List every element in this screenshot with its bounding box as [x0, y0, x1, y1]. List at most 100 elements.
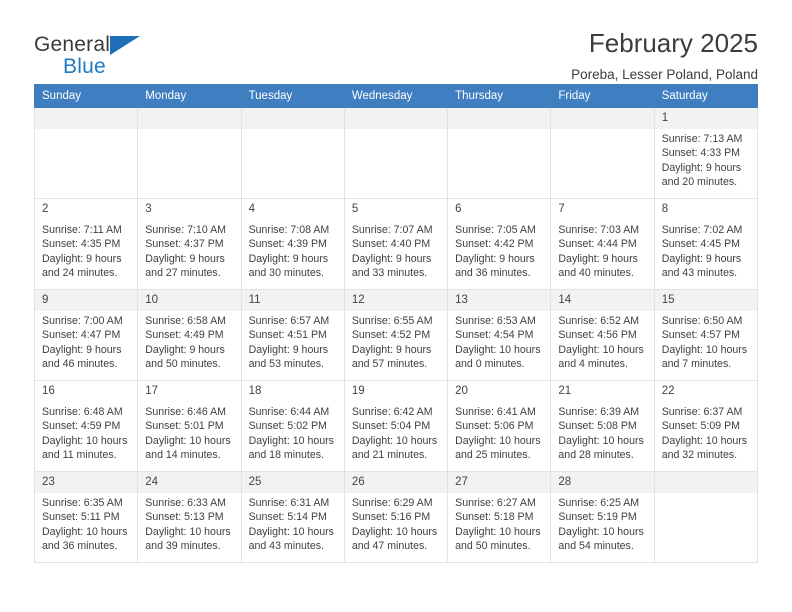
sunrise-text: Sunrise: 6:33 AM: [145, 497, 226, 509]
calendar-day-cell[interactable]: 2 Sunrise: 7:11 AM Sunset: 4:35 PM Daylight…: [33, 198, 139, 290]
calendar-week-row: 9 Sunrise: 7:00 AM Sunset: 4:47 PM Daylight…: [33, 289, 759, 381]
location-subtitle: Poreba, Lesser Poland, Poland: [571, 67, 758, 82]
sunset-text: Sunset: 5:06 PM: [455, 420, 534, 433]
calendar-cell-empty: [33, 107, 139, 199]
day-sun-info: Sunrise: 6:39 AM Sunset: 5:08 PM Daylight:…: [551, 402, 653, 462]
day-sun-info: Sunrise: 7:02 AM Sunset: 4:45 PM Daylight:…: [655, 220, 757, 280]
daylight-text: Daylight: 9 hours and 27 minutes.: [145, 252, 225, 279]
calendar-cell-inner: 11 Sunrise: 6:57 AM Sunset: 4:51 PM Dayligh…: [241, 290, 344, 380]
daylight-text: Daylight: 9 hours and 43 minutes.: [661, 252, 742, 279]
day-sun-info: Sunrise: 6:41 AM Sunset: 5:06 PM Daylight:…: [448, 402, 550, 462]
day-number: [241, 108, 344, 129]
day-number: 26: [344, 472, 448, 493]
sunset-text: Sunset: 5:02 PM: [248, 420, 327, 433]
calendar-day-cell[interactable]: 14 Sunrise: 6:52 AM Sunset: 4:56 PM Dayligh…: [550, 289, 655, 381]
calendar-cell-inner: [551, 108, 654, 198]
daylight-text: Daylight: 9 hours and 46 minutes.: [42, 343, 122, 370]
calendar-day-cell[interactable]: 17 Sunrise: 6:46 AM Sunset: 5:01 PM Dayligh…: [137, 380, 242, 472]
daylight-text: Daylight: 9 hours and 57 minutes.: [351, 343, 432, 370]
calendar-day-cell[interactable]: 12 Sunrise: 6:55 AM Sunset: 4:52 PM Dayligh…: [343, 289, 449, 381]
sunset-text: Sunset: 4:57 PM: [661, 329, 741, 342]
calendar-cell-inner: [654, 472, 757, 562]
calendar-day-cell[interactable]: 9 Sunrise: 7:00 AM Sunset: 4:47 PM Daylight…: [33, 289, 139, 381]
calendar-day-cell[interactable]: 20 Sunrise: 6:41 AM Sunset: 5:06 PM Dayligh…: [447, 380, 552, 472]
day-number: 14: [551, 290, 654, 311]
calendar-day-cell[interactable]: 23 Sunrise: 6:35 AM Sunset: 5:11 PM Dayligh…: [33, 471, 139, 563]
calendar-cell-empty: [137, 107, 242, 199]
sunset-text: Sunset: 5:11 PM: [42, 511, 120, 524]
calendar-day-cell[interactable]: 3 Sunrise: 7:10 AM Sunset: 4:37 PM Daylight…: [137, 198, 242, 290]
sunset-text: Sunset: 5:01 PM: [145, 420, 224, 433]
weekday-header-thursday: Thursday: [447, 84, 552, 108]
day-number: [654, 472, 757, 493]
sunset-text: Sunset: 5:19 PM: [558, 511, 637, 524]
calendar-day-cell[interactable]: 1 Sunrise: 7:13 AM Sunset: 4:33 PM Daylight…: [653, 107, 759, 199]
sunset-text: Sunset: 4:39 PM: [248, 238, 327, 251]
sunset-text: Sunset: 4:35 PM: [42, 238, 121, 251]
calendar-day-cell[interactable]: 28 Sunrise: 6:25 AM Sunset: 5:19 PM Dayligh…: [550, 471, 655, 563]
day-number: 12: [344, 290, 448, 311]
daylight-text: Daylight: 10 hours and 32 minutes.: [661, 434, 748, 461]
calendar-week-row: 2 Sunrise: 7:11 AM Sunset: 4:35 PM Daylight…: [33, 198, 759, 290]
day-sun-info: Sunrise: 6:58 AM Sunset: 4:49 PM Daylight:…: [138, 311, 240, 371]
daylight-text: Daylight: 9 hours and 50 minutes.: [145, 343, 225, 370]
calendar-day-cell[interactable]: 7 Sunrise: 7:03 AM Sunset: 4:44 PM Daylight…: [550, 198, 655, 290]
sunrise-text: Sunrise: 7:11 AM: [42, 224, 122, 236]
sunset-text: Sunset: 4:37 PM: [145, 238, 224, 251]
calendar-day-cell[interactable]: 15 Sunrise: 6:50 AM Sunset: 4:57 PM Dayligh…: [653, 289, 759, 381]
daylight-text: Daylight: 9 hours and 20 minutes.: [661, 161, 742, 188]
calendar-day-cell[interactable]: 16 Sunrise: 6:48 AM Sunset: 4:59 PM Dayligh…: [33, 380, 139, 472]
calendar-day-cell[interactable]: 18 Sunrise: 6:44 AM Sunset: 5:02 PM Dayligh…: [240, 380, 345, 472]
day-number: 24: [138, 472, 241, 493]
sunrise-text: Sunrise: 6:46 AM: [145, 406, 226, 418]
title-block: February 2025 Poreba, Lesser Poland, Pol…: [571, 28, 758, 84]
calendar-day-cell[interactable]: 24 Sunrise: 6:33 AM Sunset: 5:13 PM Dayligh…: [137, 471, 242, 563]
sunset-text: Sunset: 5:08 PM: [558, 420, 637, 433]
calendar-cell-inner: 28 Sunrise: 6:25 AM Sunset: 5:19 PM Dayligh…: [551, 472, 654, 562]
daylight-text: Daylight: 10 hours and 18 minutes.: [248, 434, 334, 461]
calendar-day-cell[interactable]: 8 Sunrise: 7:02 AM Sunset: 4:45 PM Daylight…: [653, 198, 759, 290]
calendar-day-cell[interactable]: 5 Sunrise: 7:07 AM Sunset: 4:40 PM Daylight…: [343, 198, 449, 290]
calendar-cell-empty: [653, 471, 759, 563]
calendar-day-cell[interactable]: 26 Sunrise: 6:29 AM Sunset: 5:16 PM Dayligh…: [343, 471, 449, 563]
calendar-cell-inner: [241, 108, 344, 198]
calendar-day-cell[interactable]: 6 Sunrise: 7:05 AM Sunset: 4:42 PM Daylight…: [447, 198, 552, 290]
sunrise-text: Sunrise: 6:55 AM: [351, 315, 433, 327]
sunrise-text: Sunrise: 6:50 AM: [661, 315, 743, 327]
calendar-day-cell[interactable]: 25 Sunrise: 6:31 AM Sunset: 5:14 PM Dayligh…: [240, 471, 345, 563]
calendar-cell-inner: 12 Sunrise: 6:55 AM Sunset: 4:52 PM Dayligh…: [344, 290, 448, 380]
calendar-day-cell[interactable]: 19 Sunrise: 6:42 AM Sunset: 5:04 PM Dayligh…: [343, 380, 449, 472]
weekday-header-row: Sunday Monday Tuesday Wednesday Thursday…: [33, 84, 759, 108]
calendar-day-cell[interactable]: 21 Sunrise: 6:39 AM Sunset: 5:08 PM Dayligh…: [550, 380, 655, 472]
day-sun-info: Sunrise: 7:03 AM Sunset: 4:44 PM Daylight:…: [551, 220, 653, 280]
calendar-cell-inner: 10 Sunrise: 6:58 AM Sunset: 4:49 PM Dayligh…: [138, 290, 241, 380]
daylight-text: Daylight: 10 hours and 7 minutes.: [661, 343, 748, 370]
calendar-day-cell[interactable]: 4 Sunrise: 7:08 AM Sunset: 4:39 PM Daylight…: [240, 198, 345, 290]
day-sun-info: Sunrise: 6:27 AM Sunset: 5:18 PM Daylight:…: [448, 493, 550, 553]
day-number: 15: [654, 290, 757, 311]
day-number: 27: [448, 472, 551, 493]
day-number: 3: [138, 199, 241, 220]
calendar-day-cell[interactable]: 10 Sunrise: 6:58 AM Sunset: 4:49 PM Dayligh…: [137, 289, 242, 381]
general-blue-logo[interactable]: General Blue: [34, 28, 214, 84]
sunset-text: Sunset: 4:52 PM: [351, 329, 431, 342]
sunset-text: Sunset: 4:45 PM: [661, 238, 741, 251]
day-number: [138, 108, 241, 129]
day-number: 7: [551, 199, 654, 220]
calendar-cell-inner: 18 Sunrise: 6:44 AM Sunset: 5:02 PM Dayligh…: [241, 381, 344, 471]
daylight-text: Daylight: 9 hours and 40 minutes.: [558, 252, 638, 279]
day-sun-info: Sunrise: 6:52 AM Sunset: 4:56 PM Daylight:…: [551, 311, 653, 371]
calendar-day-cell[interactable]: 27 Sunrise: 6:27 AM Sunset: 5:18 PM Dayligh…: [447, 471, 552, 563]
sunrise-text: Sunrise: 6:27 AM: [455, 497, 536, 509]
daylight-text: Daylight: 10 hours and 21 minutes.: [351, 434, 438, 461]
daylight-text: Daylight: 9 hours and 30 minutes.: [248, 252, 329, 279]
sunrise-text: Sunrise: 6:53 AM: [455, 315, 536, 327]
calendar-cell-inner: 20 Sunrise: 6:41 AM Sunset: 5:06 PM Dayligh…: [448, 381, 551, 471]
calendar-day-cell[interactable]: 13 Sunrise: 6:53 AM Sunset: 4:54 PM Dayligh…: [447, 289, 552, 381]
calendar-day-cell[interactable]: 11 Sunrise: 6:57 AM Sunset: 4:51 PM Dayligh…: [240, 289, 345, 381]
sunrise-text: Sunrise: 6:57 AM: [248, 315, 330, 327]
day-number: 4: [241, 199, 344, 220]
day-number: 20: [448, 381, 551, 402]
calendar-day-cell[interactable]: 22 Sunrise: 6:37 AM Sunset: 5:09 PM Dayligh…: [653, 380, 759, 472]
sunrise-text: Sunrise: 6:58 AM: [145, 315, 226, 327]
